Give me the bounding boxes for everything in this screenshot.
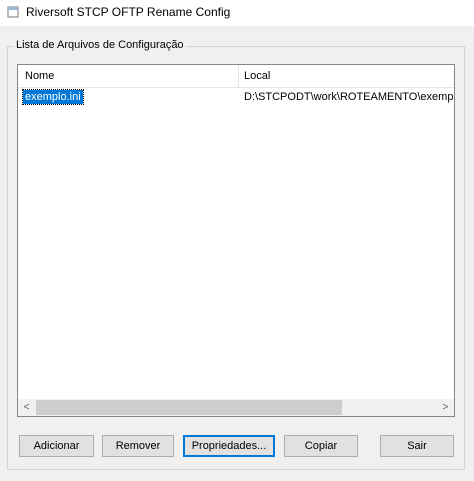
column-header-name[interactable]: Nome xyxy=(25,70,54,82)
scroll-left-arrow-icon[interactable]: < xyxy=(18,399,35,416)
group-label: Lista de Arquivos de Configuração xyxy=(14,39,186,51)
exit-button[interactable]: Sair xyxy=(380,435,454,457)
list-item[interactable]: exemplo.ini D:\STCPODT\work\ROTEAMENTO\e… xyxy=(18,89,454,106)
scrollbar-thumb[interactable] xyxy=(36,400,342,415)
list-header: Nome Local xyxy=(18,65,454,88)
copy-button[interactable]: Copiar xyxy=(284,435,358,457)
title-bar: Riversoft STCP OFTP Rename Config xyxy=(0,0,474,26)
config-file-list[interactable]: Nome Local exemplo.ini D:\STCPODT\work\R… xyxy=(17,64,455,417)
list-item-local: D:\STCPODT\work\ROTEAMENTO\exemplo.ini xyxy=(244,91,455,103)
scroll-right-arrow-icon[interactable]: > xyxy=(437,399,454,416)
properties-button[interactable]: Propriedades... xyxy=(183,435,275,457)
horizontal-scrollbar[interactable]: < > xyxy=(18,399,454,416)
column-divider[interactable] xyxy=(238,65,239,87)
app-icon xyxy=(7,6,19,18)
list-item-name[interactable]: exemplo.ini xyxy=(22,89,84,105)
remove-button[interactable]: Remover xyxy=(102,435,174,457)
window-title: Riversoft STCP OFTP Rename Config xyxy=(26,5,231,19)
add-button[interactable]: Adicionar xyxy=(19,435,94,457)
column-header-local[interactable]: Local xyxy=(244,70,270,82)
